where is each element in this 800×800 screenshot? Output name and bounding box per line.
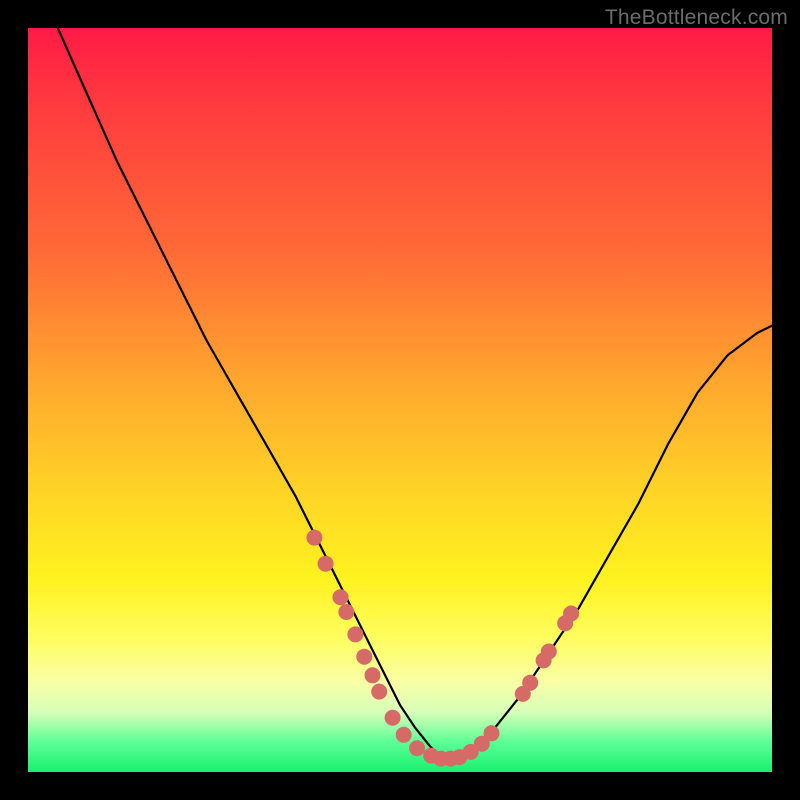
data-point bbox=[409, 740, 425, 756]
chart-svg bbox=[28, 28, 772, 772]
data-point bbox=[563, 606, 579, 622]
data-point bbox=[333, 589, 349, 605]
chart-frame: TheBottleneck.com bbox=[0, 0, 800, 800]
data-point bbox=[396, 727, 412, 743]
data-point bbox=[484, 725, 500, 741]
data-point bbox=[541, 644, 557, 660]
watermark-text: TheBottleneck.com bbox=[605, 6, 788, 30]
data-point bbox=[385, 710, 401, 726]
data-point bbox=[318, 556, 334, 572]
data-point bbox=[347, 626, 363, 642]
data-point bbox=[371, 684, 387, 700]
plot-area bbox=[28, 28, 772, 772]
data-point bbox=[356, 649, 372, 665]
data-point bbox=[338, 604, 354, 620]
data-point bbox=[365, 667, 381, 683]
bottleneck-curve bbox=[58, 28, 772, 757]
data-point bbox=[522, 675, 538, 691]
data-point bbox=[306, 530, 322, 546]
